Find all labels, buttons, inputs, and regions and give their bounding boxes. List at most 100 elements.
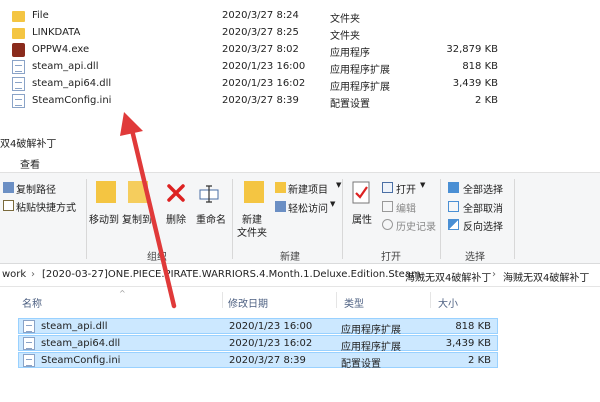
- properties-button[interactable]: 属性: [352, 211, 372, 226]
- file-name: steam_api64.dll: [41, 338, 121, 349]
- file-size: 2 KB: [468, 355, 491, 366]
- file-date: 2020/1/23 16:02: [229, 338, 313, 349]
- new-folder-icon: [244, 181, 264, 203]
- open-icon: [382, 182, 393, 193]
- window-title: 双4破解补丁: [0, 139, 57, 150]
- file-type: 应用程序扩展: [341, 325, 401, 336]
- copy-path-icon: [3, 182, 14, 193]
- paste-shortcut-icon: [3, 200, 14, 211]
- select-all-icon: [448, 182, 459, 193]
- select-all-button[interactable]: 全部选择: [463, 181, 503, 196]
- file-size: 818 KB: [455, 321, 491, 332]
- file-name: OPPW4.exe: [32, 44, 90, 55]
- file-row[interactable]: steam_api64.dll 2020/1/23 16:02 应用程序扩展 3…: [12, 76, 532, 93]
- sort-chevron-up-icon: ^: [119, 289, 126, 298]
- dll-icon: [23, 337, 35, 350]
- ribbon-group-organize: 组织: [147, 252, 167, 263]
- paste-shortcut-button[interactable]: 粘贴快捷方式: [16, 199, 76, 214]
- file-date: 2020/1/23 16:02: [222, 78, 306, 89]
- edit-icon: [382, 201, 393, 212]
- column-divider: [336, 292, 337, 308]
- history-button[interactable]: 历史记录: [396, 218, 436, 233]
- ribbon-group-select: 选择: [465, 252, 485, 263]
- dll-icon: [12, 77, 25, 91]
- invert-selection-icon: [448, 219, 459, 230]
- file-size: 818 KB: [462, 61, 498, 72]
- file-name: steam_api.dll: [41, 321, 108, 332]
- new-folder-button-line2[interactable]: 文件夹: [237, 224, 267, 239]
- list-item[interactable]: steam_api64.dll 2020/1/23 16:02 应用程序扩展 3…: [18, 335, 498, 353]
- list-item[interactable]: SteamConfig.ini 2020/3/27 8:39 配置设置 2 KB: [18, 352, 498, 370]
- file-name: SteamConfig.ini: [32, 95, 112, 106]
- window-title-bar[interactable]: 双4破解补丁: [0, 130, 600, 152]
- file-row[interactable]: steam_api.dll 2020/1/23 16:00 应用程序扩展 818…: [12, 59, 532, 76]
- menu-view[interactable]: 查看: [20, 156, 40, 171]
- edit-button[interactable]: 编辑: [396, 200, 416, 215]
- copy-to-icon: [128, 181, 148, 203]
- folder-icon: [12, 28, 25, 39]
- new-item-icon: [275, 182, 286, 193]
- open-button[interactable]: 打开: [396, 181, 416, 196]
- file-size: 2 KB: [475, 95, 498, 106]
- breadcrumb-item[interactable]: work: [2, 269, 26, 280]
- file-date: 2020/3/27 8:25: [222, 27, 299, 38]
- move-to-icon: [96, 181, 116, 203]
- column-header-row: 名称 ^ 修改日期 类型 大小: [0, 289, 600, 310]
- breadcrumb-separator: ›: [31, 269, 35, 280]
- file-size: 32,879 KB: [446, 44, 498, 55]
- file-row[interactable]: OPPW4.exe 2020/3/27 8:02 应用程序 32,879 KB: [12, 42, 532, 59]
- file-type: 配置设置: [341, 359, 381, 370]
- delete-button[interactable]: 删除: [166, 211, 186, 226]
- breadcrumb-item[interactable]: 海贼无双4破解补丁: [503, 269, 589, 284]
- column-header-date[interactable]: 修改日期: [228, 295, 268, 310]
- ribbon-separator: [232, 179, 233, 259]
- chevron-down-icon: ▼: [330, 200, 336, 208]
- exe-icon: [12, 43, 25, 57]
- select-none-button[interactable]: 全部取消: [463, 200, 503, 215]
- select-none-icon: [448, 201, 459, 212]
- file-row[interactable]: File 2020/3/27 8:24 文件夹: [12, 8, 532, 25]
- file-date: 2020/1/23 16:00: [229, 321, 313, 332]
- copy-path-button[interactable]: 复制路径: [16, 181, 56, 196]
- file-size: 3,439 KB: [452, 78, 498, 89]
- file-name: LINKDATA: [32, 27, 81, 38]
- dll-icon: [23, 320, 35, 333]
- rename-icon: [199, 185, 219, 203]
- file-type: 文件夹: [330, 31, 360, 42]
- column-header-type[interactable]: 类型: [344, 295, 364, 310]
- column-header-size[interactable]: 大小: [438, 295, 458, 310]
- properties-icon: [352, 181, 370, 204]
- column-divider: [430, 292, 431, 308]
- file-type: 应用程序扩展: [330, 82, 390, 93]
- breadcrumb-item[interactable]: 海贼无双4破解补丁: [405, 269, 491, 284]
- column-header-name[interactable]: 名称: [22, 295, 42, 310]
- address-bar[interactable]: work › [2020-03-27]ONE.PIECE.PIRATE.WARR…: [0, 264, 600, 287]
- invert-selection-button[interactable]: 反向选择: [463, 218, 503, 233]
- breadcrumb-item[interactable]: [2020-03-27]ONE.PIECE.PIRATE.WARRIORS.4.…: [42, 269, 421, 280]
- easy-access-button[interactable]: 轻松访问: [288, 200, 328, 215]
- file-size: 3,439 KB: [445, 338, 491, 349]
- file-date: 2020/3/27 8:02: [222, 44, 299, 55]
- ini-icon: [12, 94, 25, 108]
- file-name: steam_api64.dll: [32, 78, 112, 89]
- file-name: SteamConfig.ini: [41, 355, 121, 366]
- ribbon-separator: [86, 179, 87, 259]
- ribbon-group-open: 打开: [381, 252, 401, 263]
- file-row[interactable]: LINKDATA 2020/3/27 8:25 文件夹: [12, 25, 532, 42]
- file-type: 配置设置: [330, 99, 370, 110]
- ini-icon: [23, 354, 35, 367]
- chevron-down-icon: ▼: [420, 181, 426, 189]
- ribbon: 复制路径 粘贴快捷方式 移动到 复制到 删除 重命名 组织 新建 文件夹 新建项…: [0, 172, 600, 264]
- folder-icon: [12, 11, 25, 22]
- move-to-button[interactable]: 移动到: [89, 211, 119, 226]
- file-row[interactable]: SteamConfig.ini 2020/3/27 8:39 配置设置 2 KB: [12, 93, 532, 110]
- rename-button[interactable]: 重命名: [196, 211, 226, 226]
- dll-icon: [12, 60, 25, 74]
- copy-to-button[interactable]: 复制到: [122, 211, 152, 226]
- list-item[interactable]: steam_api.dll 2020/1/23 16:00 应用程序扩展 818…: [18, 318, 498, 336]
- history-icon: [382, 219, 393, 230]
- file-type: 应用程序: [330, 48, 370, 59]
- new-item-button[interactable]: 新建项目: [288, 181, 328, 196]
- menu-bar: 查看: [0, 152, 600, 172]
- ribbon-group-new: 新建: [280, 252, 300, 263]
